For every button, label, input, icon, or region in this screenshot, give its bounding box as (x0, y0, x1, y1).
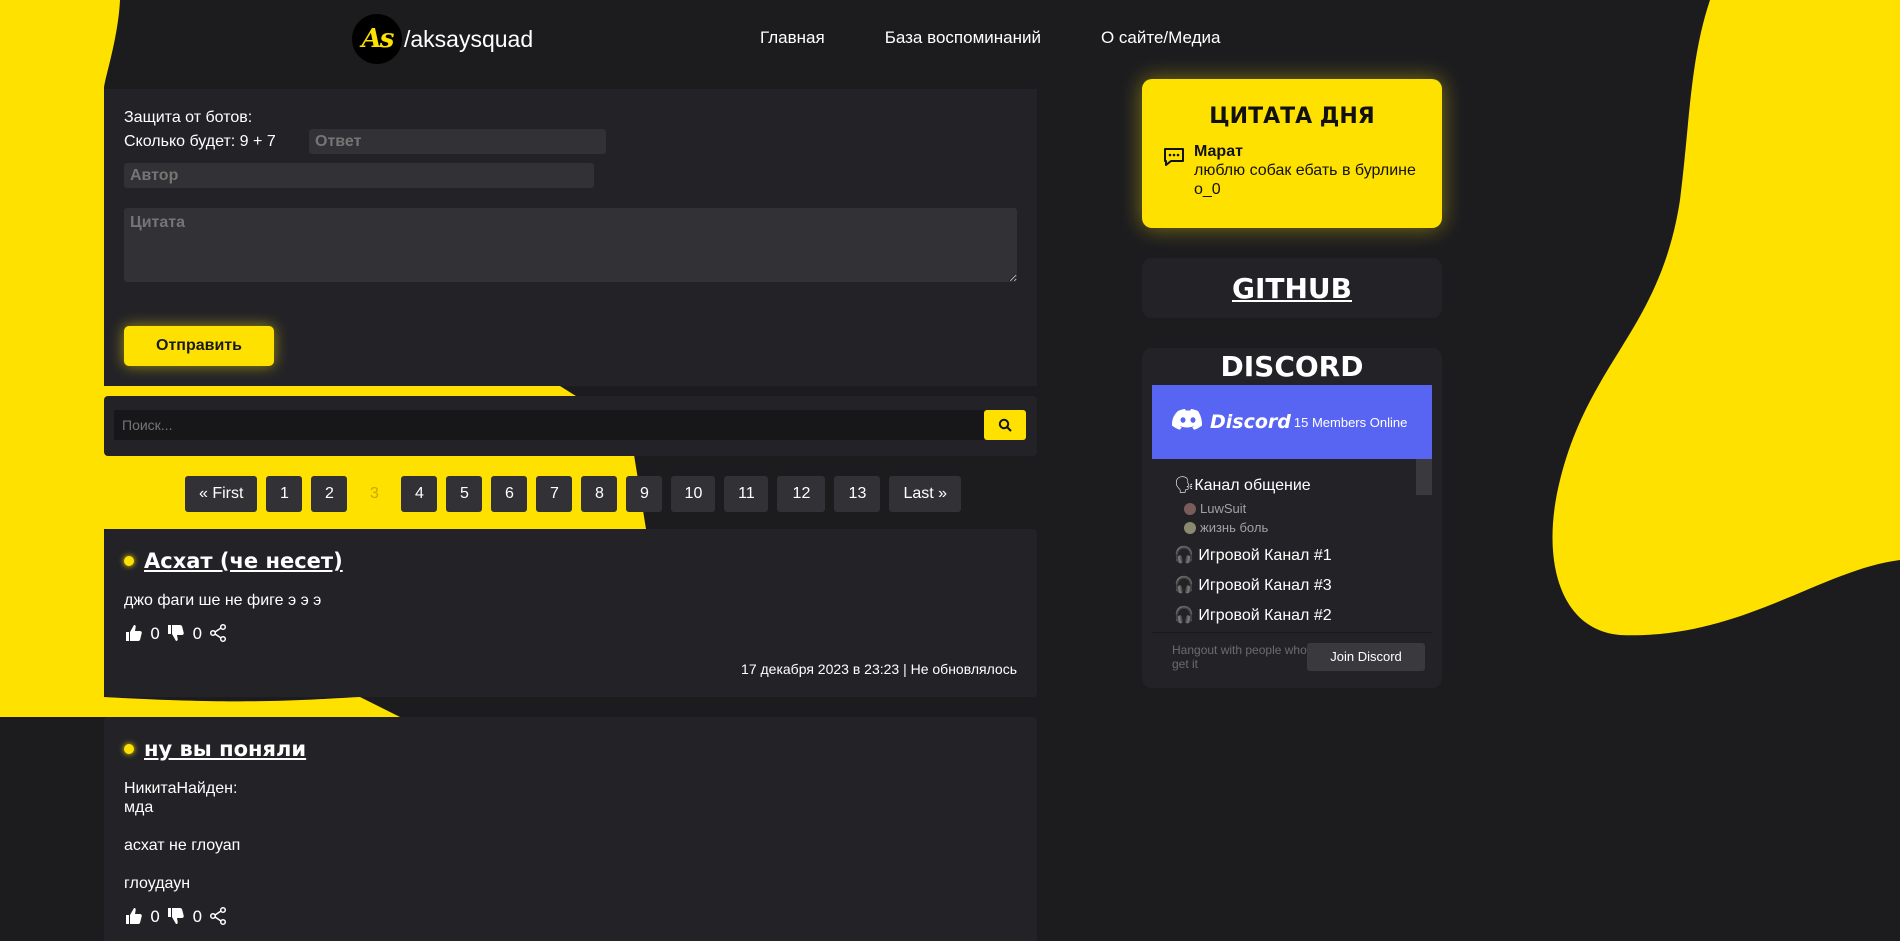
quote-of-day-title: ЦИТАТА ДНЯ (1209, 104, 1375, 129)
page-link[interactable]: 11 (724, 476, 769, 512)
discord-widget: Discord 15 Members Online 🗣Канал общение… (1152, 385, 1432, 680)
voice-channel[interactable]: 🎧 Игровой Канал #1 (1174, 545, 1432, 565)
post-line: асхат не глоуап (124, 837, 241, 854)
page-link[interactable]: 8 (581, 476, 618, 512)
post-title-link[interactable]: Асхат (че несет) (144, 549, 343, 573)
nav-about[interactable]: О сайте/Медиа (1101, 28, 1220, 48)
discord-brand: Discord (1210, 411, 1291, 433)
search-input[interactable] (114, 410, 987, 440)
post-meta: 17 декабря 2023 в 23:23 | Не обновлялось (741, 661, 1017, 677)
site-logo[interactable]: As /aksaysquad (352, 14, 533, 64)
page-link[interactable]: 9 (626, 476, 663, 512)
bot-question: Сколько будет: 9 + 7 (124, 132, 276, 150)
member-name: LuwSuit (1200, 501, 1247, 516)
author-field[interactable] (124, 163, 594, 188)
page-first[interactable]: « First (185, 476, 258, 512)
vote-bar: 0 0 (124, 906, 1017, 926)
thumbs-down-icon[interactable] (166, 623, 186, 643)
main-nav: Главная База воспоминаний О сайте/Медиа (760, 28, 1220, 48)
quote-of-the-day: ЦИТАТА ДНЯ Марат люблю собак ебать в бур… (1142, 79, 1442, 228)
quote-text: люблю собак ебать в бурлине о_0 (1194, 162, 1416, 198)
search-bar (104, 396, 1037, 456)
members-online: 15 Members Online (1293, 414, 1408, 430)
like-count: 0 (150, 906, 161, 926)
post-line: глоудаун (124, 875, 191, 892)
discord-card: DISCORD Discord 15 Members Online 🗣Канал… (1142, 348, 1442, 688)
bullet-dot (124, 556, 134, 566)
post-line: НикитаНайден: мда (124, 780, 238, 816)
discord-widget-header: Discord 15 Members Online (1152, 385, 1432, 459)
discord-tagline: Hangout with people who get it (1172, 642, 1307, 671)
like-count: 0 (150, 623, 161, 643)
nav-home[interactable]: Главная (760, 28, 825, 48)
discord-widget-footer: Hangout with people who get it Join Disc… (1152, 632, 1432, 680)
github-link[interactable]: GITHUB (1232, 272, 1352, 305)
voice-channel[interactable]: 🗣Канал общение (1174, 475, 1432, 495)
thumbs-up-icon[interactable] (124, 623, 144, 643)
avatar (1184, 521, 1196, 534)
voice-channel[interactable]: 🎧 Игровой Канал #2 (1174, 605, 1432, 625)
search-icon (998, 418, 1012, 432)
discord-title: DISCORD (1220, 350, 1364, 383)
page-link[interactable]: 13 (834, 476, 881, 512)
post-body: НикитаНайден: мда асхат не глоуап глоуда… (124, 779, 1017, 893)
page-link[interactable]: 7 (536, 476, 573, 512)
quote-form: Защита от ботов: Сколько будет: 9 + 7 От… (104, 89, 1037, 386)
page-link[interactable]: 5 (446, 476, 483, 512)
answer-field[interactable] (309, 129, 606, 154)
quote-field[interactable] (124, 208, 1017, 282)
thumbs-down-icon[interactable] (166, 906, 186, 926)
page-last[interactable]: Last » (889, 476, 962, 512)
logo-text: /aksaysquad (404, 25, 534, 52)
quote-post: ну вы поняли НикитаНайден: мда асхат не … (104, 717, 1037, 941)
channel-member: LuwSuit (1184, 501, 1432, 516)
pagination: « First 1 2 3 4 5 6 7 8 9 10 11 12 13 La… (185, 476, 962, 512)
bullet-dot (124, 744, 134, 754)
dislike-count: 0 (192, 906, 203, 926)
avatar (1184, 502, 1196, 515)
channel-list-scrollbar[interactable] (1416, 459, 1432, 495)
page-link[interactable]: 2 (311, 476, 348, 512)
share-icon[interactable] (208, 623, 228, 643)
member-name: жизнь боль (1200, 520, 1269, 535)
search-button[interactable] (984, 410, 1026, 440)
post-title-link[interactable]: ну вы поняли (144, 737, 306, 761)
post-line: джо фаги ше не фиге э э э (124, 592, 322, 609)
page-link[interactable]: 12 (777, 476, 826, 512)
page-link[interactable]: 10 (671, 476, 716, 512)
voice-channel[interactable]: 🎧 Игровой Канал #3 (1174, 575, 1432, 595)
page-link[interactable]: 6 (491, 476, 528, 512)
post-body: джо фаги ше не фиге э э э (124, 591, 1017, 610)
join-discord-button[interactable]: Join Discord (1307, 642, 1425, 671)
nav-memories[interactable]: База воспоминаний (885, 28, 1041, 48)
chat-bubble-icon (1162, 145, 1186, 199)
page-link[interactable]: 4 (401, 476, 438, 512)
bot-protection-label: Защита от ботов: (124, 109, 253, 126)
channel-list: 🗣Канал общение LuwSuit жизнь боль 🎧 Игро… (1152, 459, 1432, 634)
github-card: GITHUB (1142, 258, 1442, 318)
vote-bar: 0 0 (124, 623, 1017, 643)
logo-badge: As (352, 14, 402, 64)
submit-button[interactable]: Отправить (124, 326, 274, 366)
discord-logo-icon (1171, 408, 1204, 436)
dislike-count: 0 (192, 623, 203, 643)
quote-post: Асхат (че несет) джо фаги ше не фиге э э… (104, 529, 1037, 697)
share-icon[interactable] (208, 906, 228, 926)
quote-author: Марат (1194, 143, 1243, 160)
thumbs-up-icon[interactable] (124, 906, 144, 926)
page-link[interactable]: 1 (266, 476, 303, 512)
page-current: 3 (370, 485, 379, 502)
page: As /aksaysquad Главная База воспоминаний… (0, 0, 1900, 941)
channel-member: жизнь боль (1184, 520, 1432, 535)
